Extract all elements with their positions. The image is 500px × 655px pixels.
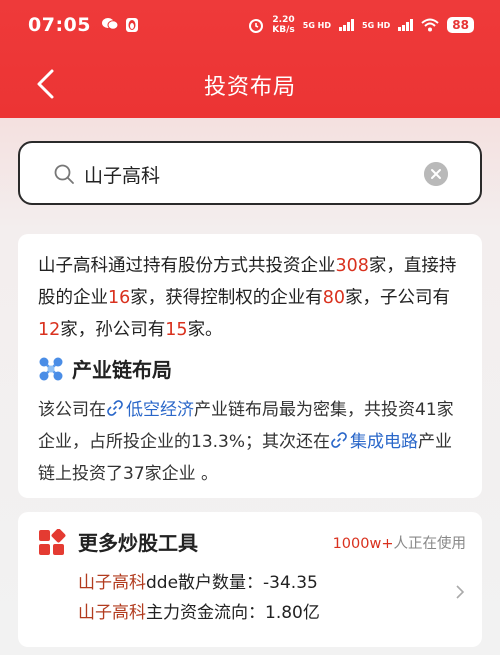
subsidiary-count: 12 [38, 320, 61, 340]
net-speed: 2.20 KB/s [272, 15, 295, 35]
wifi-icon [421, 18, 439, 32]
tools-grid-icon [39, 529, 66, 555]
sim1-label: 5G HD [302, 20, 332, 30]
controlled-count: 80 [322, 288, 346, 308]
direct-holding-count: 16 [108, 288, 131, 308]
search-icon [54, 164, 74, 184]
total-investment-count: 308 [335, 256, 369, 276]
tools-card[interactable]: 更多炒股工具 1000w+人正在使用 山子高科dde散户数量：-34.35 山子… [18, 512, 482, 647]
tool-row-dde[interactable]: 山子高科dde散户数量：-34.35 [78, 568, 318, 593]
header-bar: 07:05 2.20 KB/s 5G HD 5G HD 88 投资布局 [0, 0, 500, 118]
penguin-icon [125, 18, 138, 32]
link-icon [107, 400, 123, 416]
search-input[interactable] [84, 159, 414, 189]
alarm-icon [249, 19, 264, 33]
grand-subsidiary-count: 15 [165, 320, 188, 340]
users-count-label: 1000w+人正在使用 [332, 536, 466, 552]
industry-link-ic[interactable]: 集成电路 [330, 432, 418, 452]
link-icon [331, 432, 347, 448]
chain-text: 该公司在 低空经济产业链布局最为密集，共投资41家企业，占所投企业的13.3%；其… [38, 400, 454, 484]
tool-row-capital-flow[interactable]: 山子高科主力资金流向：1.80亿 [78, 598, 320, 623]
investment-summary-card: 山子高科通过持有股份方式共投资企业308家，直接持股的企业16家，获得控制权的企… [18, 234, 482, 498]
chat-icon [101, 18, 119, 30]
chain-section-title: 产业链布局 [38, 354, 172, 383]
clear-icon[interactable] [424, 162, 448, 186]
network-icon [39, 357, 63, 380]
nav-bar: 投资布局 [0, 55, 500, 115]
tools-title: 更多炒股工具 [78, 531, 198, 555]
back-arrow-icon[interactable] [32, 67, 62, 101]
summary-text: 山子高科通过持有股份方式共投资企业308家，直接持股的企业16家，获得控制权的企… [38, 256, 457, 340]
status-time: 07:05 [28, 14, 91, 36]
page-title: 投资布局 [203, 75, 296, 100]
status-bar: 07:05 2.20 KB/s 5G HD 5G HD 88 [0, 0, 500, 50]
sim2-label: 5G HD [362, 20, 391, 30]
signal-icon-2 [398, 19, 414, 31]
battery-indicator: 88 [447, 17, 474, 33]
industry-link-low-altitude[interactable]: 低空经济 [106, 400, 194, 420]
chevron-right-icon[interactable] [454, 584, 466, 600]
signal-icon [339, 19, 355, 31]
search-box[interactable] [18, 141, 482, 205]
notification-icons [101, 17, 139, 33]
